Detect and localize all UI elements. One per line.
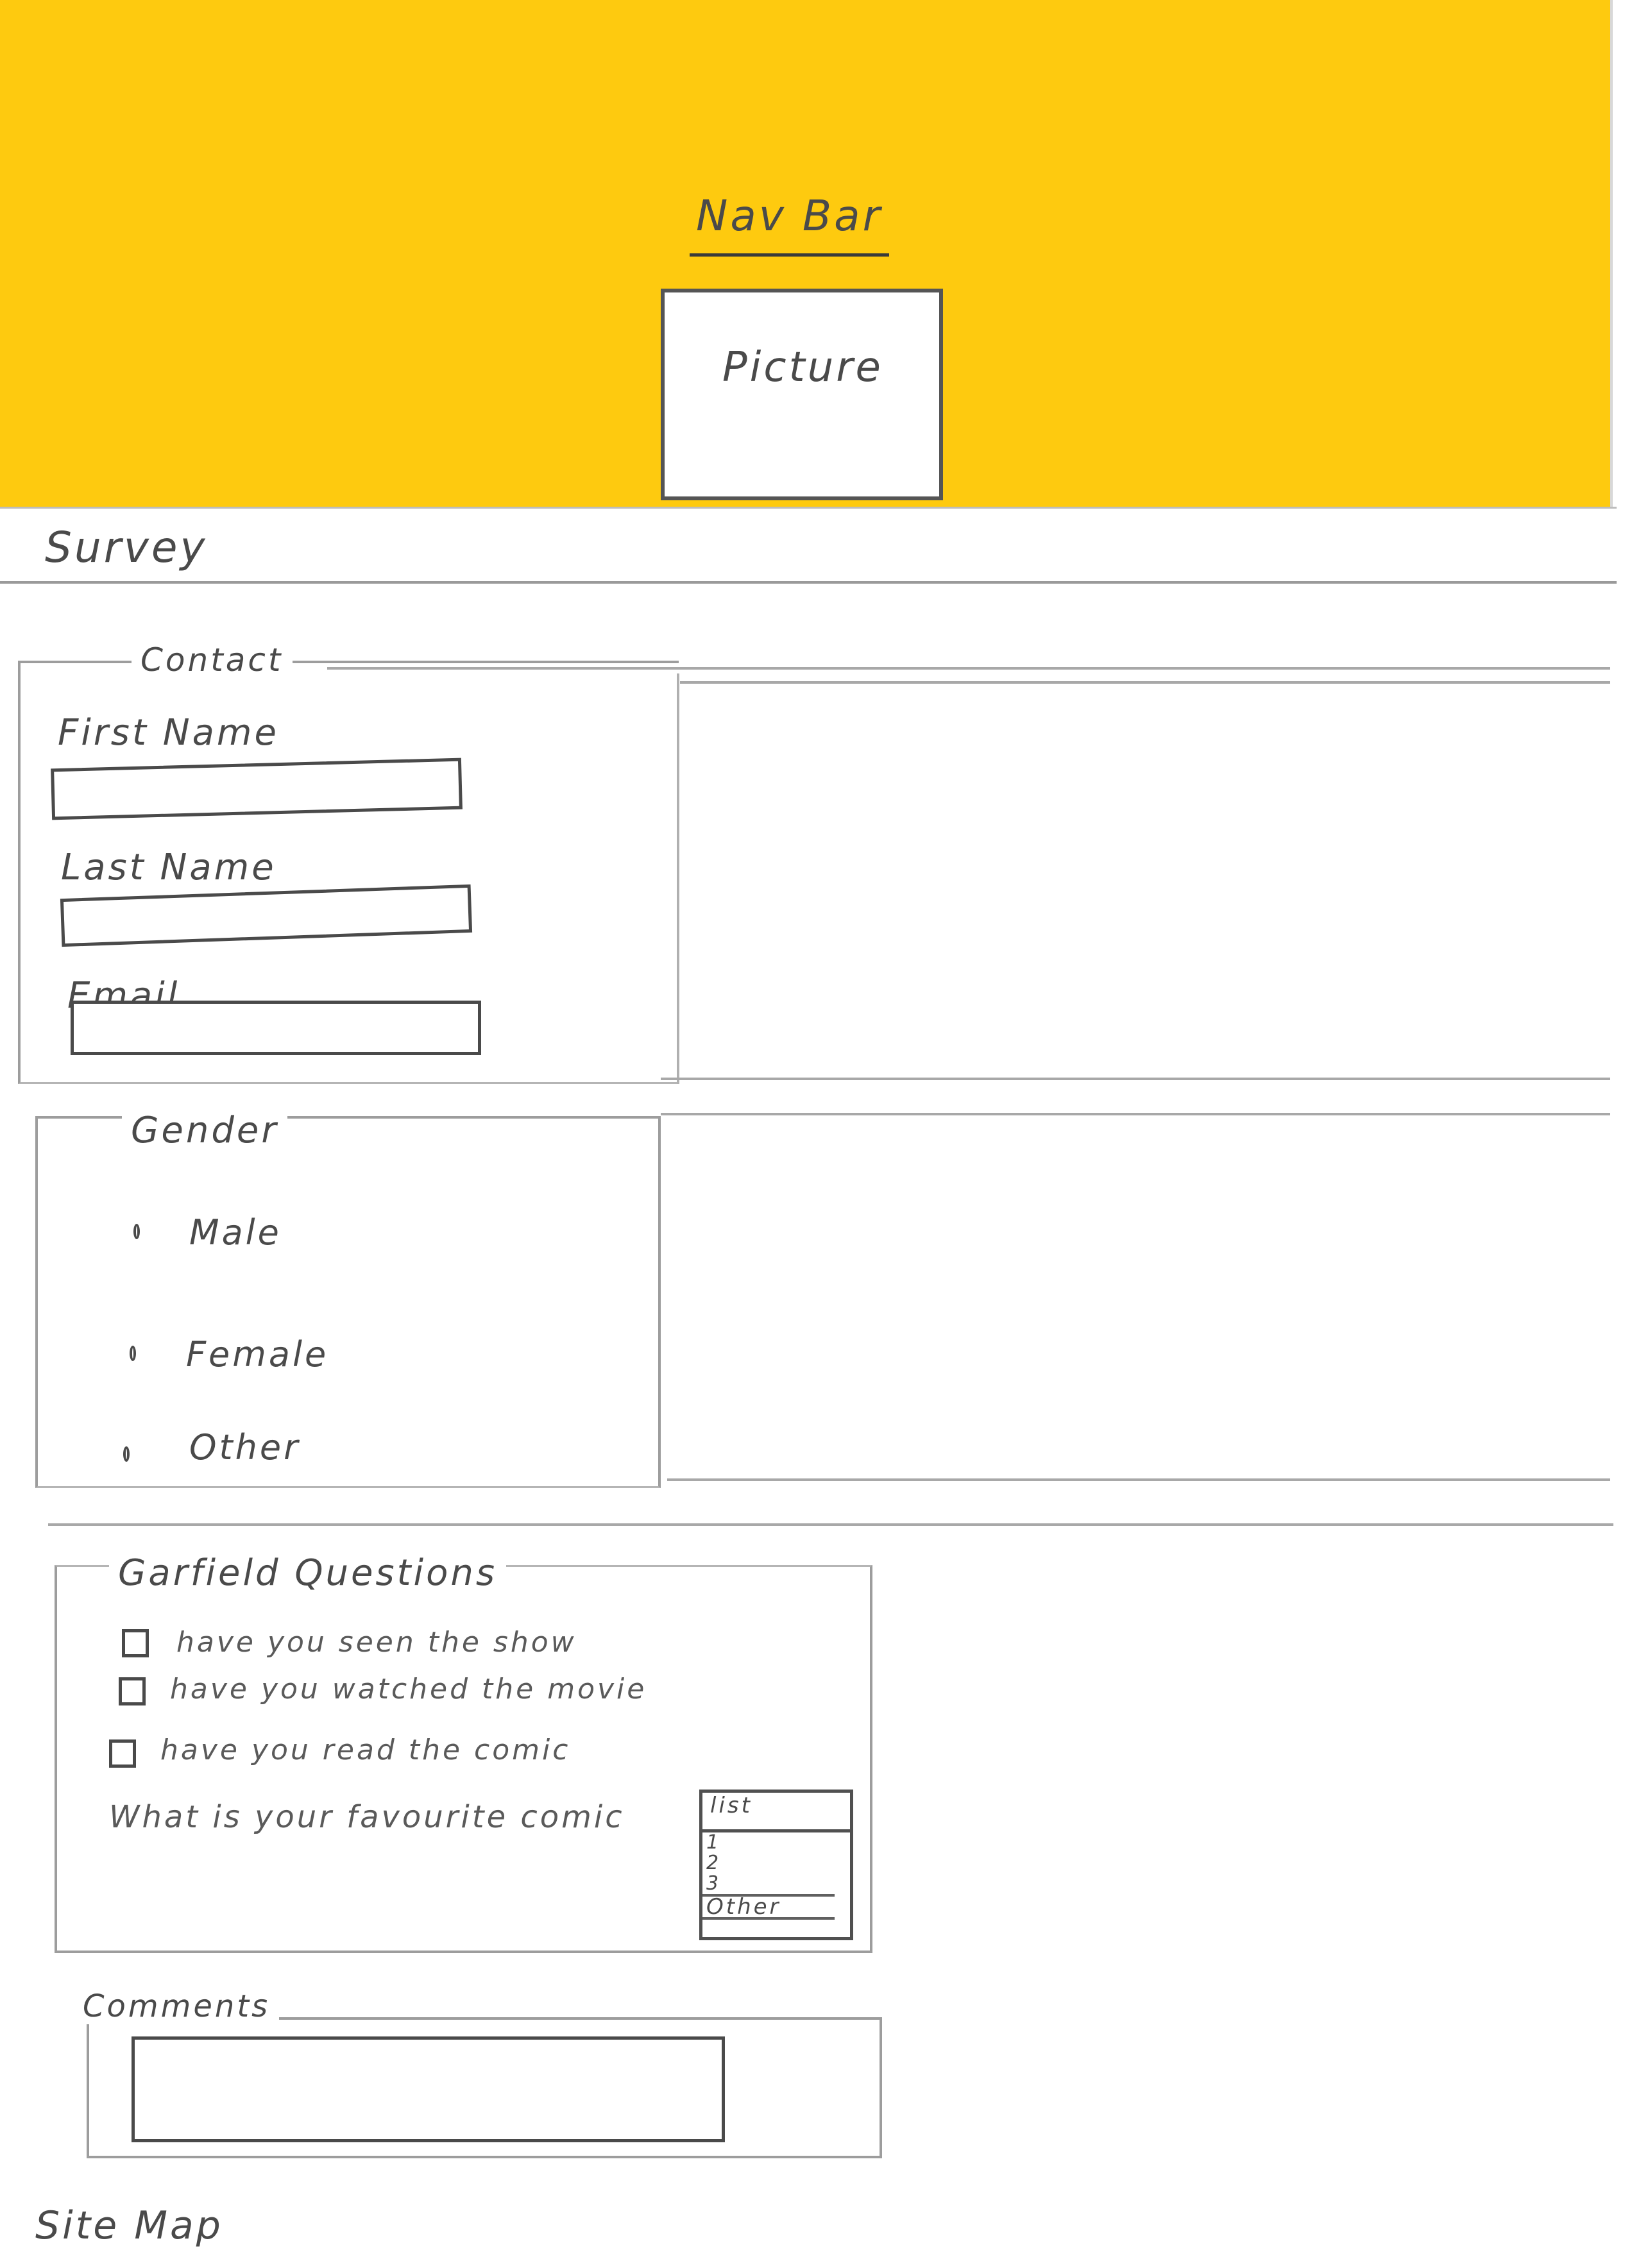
gender-option-male: Male [189, 1212, 282, 1253]
contact-legend: Contact [132, 641, 293, 679]
favourite-comic-label: What is your favourite comic [109, 1799, 625, 1835]
question-watched-movie: have you watched the movie [170, 1673, 647, 1705]
radio-male[interactable] [133, 1224, 140, 1239]
checkbox-read-comic[interactable] [109, 1739, 136, 1768]
question-seen-show: have you seen the show [176, 1626, 577, 1659]
first-name-label: First Name [58, 712, 279, 754]
gender-bottom-rule [48, 1523, 1613, 1526]
nav-bar[interactable]: Nav Bar [690, 191, 889, 257]
last-name-label: Last Name [61, 847, 276, 888]
header-picture-placeholder: Picture [661, 289, 943, 500]
gender-top-rule [661, 1113, 1610, 1115]
radio-other[interactable] [123, 1446, 130, 1462]
first-name-input[interactable] [51, 757, 463, 820]
question-read-comic: have you read the comic [160, 1734, 571, 1766]
sitemap-link[interactable]: Site Map [35, 2203, 223, 2248]
select-option-1[interactable]: 1 [702, 1832, 850, 1853]
gender-legend: Gender [122, 1110, 288, 1151]
gender-option-female: Female [186, 1334, 329, 1375]
checkbox-seen-show[interactable] [122, 1629, 149, 1657]
contact-bottom-rule [661, 1078, 1610, 1080]
garfield-legend: Garfield Questions [109, 1552, 507, 1594]
select-option-2[interactable]: 2 [702, 1853, 850, 1874]
contact-divider-rule [680, 681, 1610, 684]
select-option-3[interactable]: 3 [702, 1874, 850, 1894]
picture-label: Picture [722, 344, 883, 391]
select-option-list[interactable]: list [702, 1793, 850, 1832]
comments-legend: Comments [74, 1988, 280, 2024]
checkbox-watched-movie[interactable] [119, 1677, 146, 1705]
contact-column-divider [677, 673, 679, 1084]
header-banner: Nav Bar Picture [0, 0, 1613, 507]
email-input[interactable] [71, 1001, 481, 1055]
contact-top-rule [327, 667, 1610, 670]
radio-female[interactable] [130, 1346, 136, 1361]
favourite-comic-select[interactable]: list 1 2 3 Other [699, 1790, 853, 1940]
gender-divider-rule [667, 1478, 1610, 1481]
gender-fieldset [35, 1116, 661, 1488]
survey-title-bar: Survey [0, 507, 1617, 584]
comments-textarea[interactable] [132, 2036, 725, 2142]
select-option-other[interactable]: Other [702, 1894, 835, 1920]
page-title: Survey [45, 523, 208, 572]
gender-option-other: Other [189, 1427, 301, 1468]
